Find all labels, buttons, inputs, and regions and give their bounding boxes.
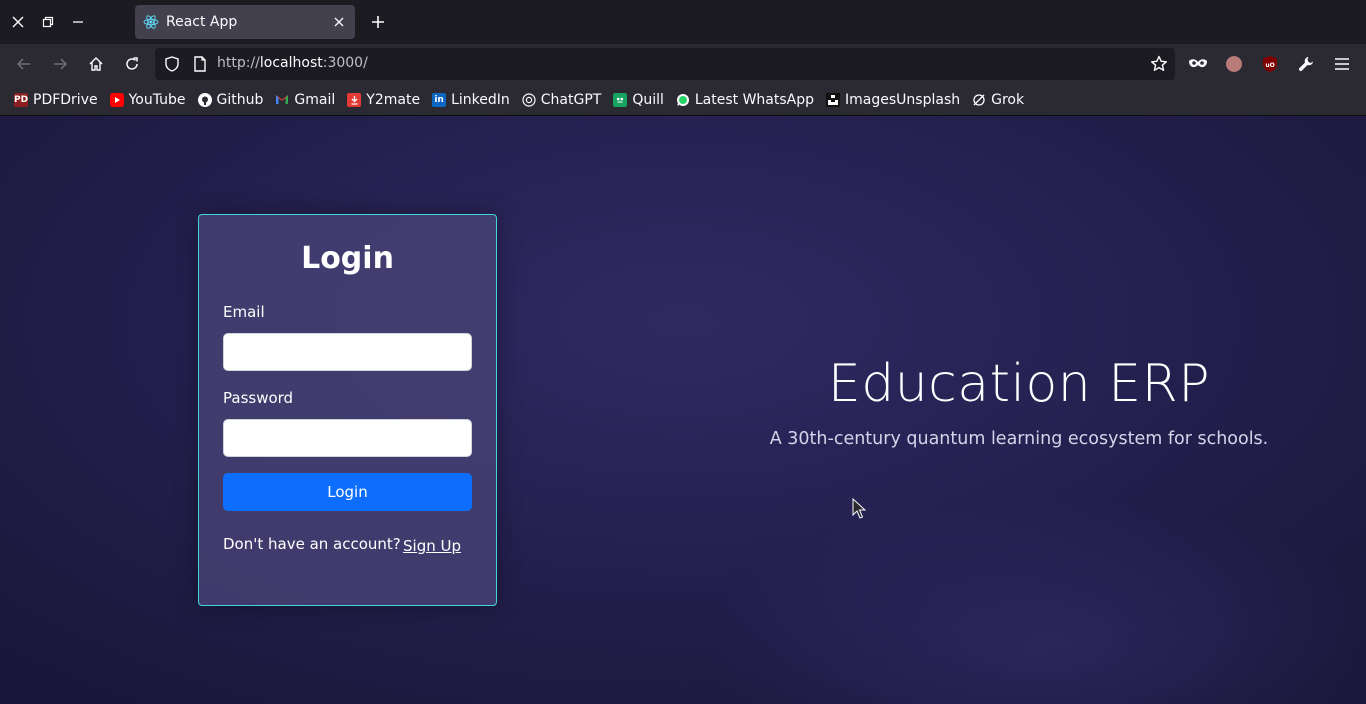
bookmark-imagesunsplash[interactable]: ImagesUnsplash (822, 87, 964, 113)
url-text[interactable]: http://localhost:3000/ (217, 55, 368, 71)
bookmark-label: Quill (632, 91, 664, 108)
bookmark-y2mate[interactable]: Y2mate (343, 87, 424, 113)
reload-icon[interactable] (120, 52, 144, 76)
password-input[interactable] (223, 419, 472, 457)
quill-icon (613, 92, 628, 107)
bookmark-label: Grok (991, 91, 1025, 108)
no-account-text: Don't have an account? (223, 535, 401, 553)
pdfdrive-icon: PD (13, 92, 29, 107)
wrench-tools-icon[interactable] (1295, 53, 1317, 75)
bookmark-pdfdrive[interactable]: PD PDFDrive (10, 87, 102, 113)
gmail-icon (275, 93, 289, 107)
login-title: Login (301, 241, 394, 276)
unsplash-icon (826, 92, 841, 107)
chatgpt-icon (522, 92, 536, 107)
bookmark-linkedin[interactable]: in LinkedIn (428, 87, 514, 113)
bookmark-quill[interactable]: Quill (609, 87, 668, 113)
sign-up-link[interactable]: Sign Up (403, 537, 461, 555)
bookmark-label: Github (216, 91, 264, 108)
email-input[interactable] (223, 333, 472, 371)
login-button[interactable]: Login (223, 473, 472, 511)
page-viewport: Login Email Password Login Don't have an… (0, 116, 1366, 704)
hero-subtitle: A 30th-century quantum learning ecosyste… (769, 429, 1269, 449)
bookmark-youtube[interactable]: YouTube (106, 87, 190, 113)
new-tab-icon[interactable] (367, 10, 389, 34)
bookmark-label: ImagesUnsplash (845, 91, 961, 108)
tab-title: React App (166, 14, 238, 30)
svg-text:uO: uO (1265, 62, 1274, 69)
bookmark-label: Y2mate (366, 91, 421, 108)
window-restore-icon[interactable] (38, 10, 58, 34)
react-icon (142, 13, 160, 31)
bookmark-label: PDFDrive (33, 91, 98, 108)
y2mate-icon (347, 92, 362, 107)
bookmark-github[interactable]: Github (194, 87, 268, 113)
tab-strip: React App (0, 0, 1366, 44)
login-card: Login Email Password Login Don't have an… (198, 214, 497, 606)
tracking-protection-shield-icon[interactable] (163, 55, 181, 73)
bookmark-label: Gmail (294, 91, 336, 108)
bookmark-label: LinkedIn (451, 91, 510, 108)
app-menu-hamburger-icon[interactable] (1331, 53, 1353, 75)
whatsapp-icon (676, 93, 690, 107)
home-icon[interactable] (84, 52, 108, 76)
profile-avatar-icon[interactable] (1223, 53, 1245, 75)
github-icon (197, 92, 212, 107)
bookmark-label: Latest WhatsApp (694, 91, 815, 108)
bookmarks-toolbar: PD PDFDrive YouTube Github Gmail Y2mate … (0, 84, 1366, 116)
tab-close-icon[interactable] (329, 12, 349, 32)
password-label: Password (223, 389, 294, 407)
url-scheme: http:// (217, 55, 260, 71)
grok-icon (972, 93, 986, 107)
ublock-origin-icon[interactable]: uO (1259, 53, 1281, 75)
tab-react-app[interactable]: React App (135, 5, 355, 39)
url-host: localhost (259, 55, 323, 71)
linkedin-icon: in (432, 92, 447, 107)
bookmark-label: YouTube (128, 91, 186, 108)
bookmark-star-icon[interactable] (1149, 54, 1169, 74)
bookmark-latest-whatsapp[interactable]: Latest WhatsApp (672, 87, 818, 113)
bookmark-label: ChatGPT (540, 91, 602, 108)
back-icon[interactable] (12, 52, 36, 76)
window-close-icon[interactable] (8, 10, 28, 34)
youtube-icon (109, 92, 124, 107)
bookmark-gmail[interactable]: Gmail (271, 87, 339, 113)
private-mask-extension-icon[interactable] (1187, 53, 1209, 75)
mouse-cursor-icon (852, 497, 867, 520)
window-minimize-icon[interactable] (68, 10, 88, 34)
navigation-toolbar: http://localhost:3000/ uO (0, 44, 1366, 84)
hero-title: Education ERP (827, 354, 1211, 414)
bookmark-grok[interactable]: Grok (968, 87, 1028, 113)
bookmark-chatgpt[interactable]: ChatGPT (518, 87, 606, 113)
email-label: Email (223, 303, 265, 321)
page-info-icon[interactable] (191, 55, 209, 73)
url-bar[interactable]: http://localhost:3000/ (155, 48, 1175, 80)
url-path: :3000/ (322, 55, 368, 71)
forward-icon[interactable] (48, 52, 72, 76)
